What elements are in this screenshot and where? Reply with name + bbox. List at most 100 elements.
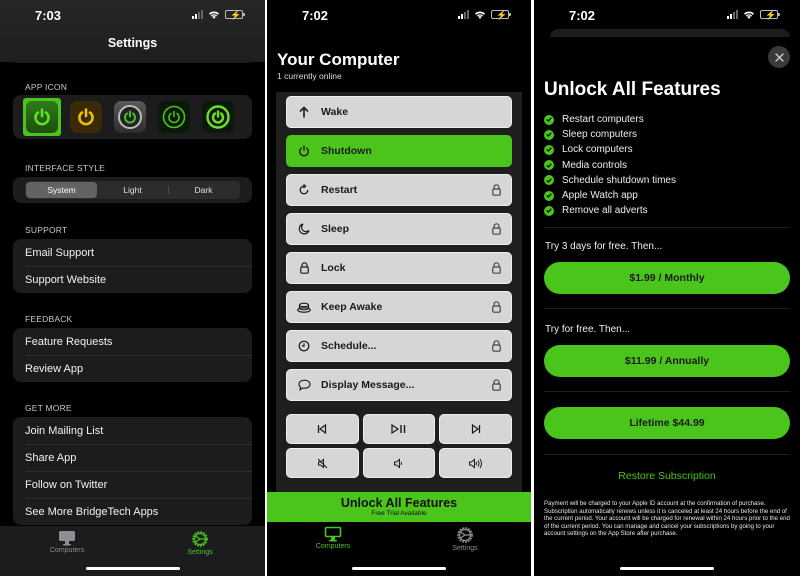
monthly-subscription-button[interactable]: $1.99 / Monthly <box>544 262 790 294</box>
coffee-cup-icon <box>297 302 311 313</box>
feature-label: Sleep computers <box>562 129 638 141</box>
app-icon-option-dark-green-ring[interactable] <box>158 101 190 133</box>
review-app-row[interactable]: Review App <box>13 355 252 382</box>
battery-charging-icon: ⚡ <box>760 10 780 20</box>
feature-list: Restart computers Sleep computers Lock com… <box>544 112 676 218</box>
clock-icon <box>298 340 310 352</box>
get-more-group: Join Mailing List Share App Follow on Tw… <box>13 417 252 525</box>
previous-track-button[interactable] <box>286 414 359 444</box>
online-count: 1 currently online <box>277 71 342 81</box>
feature-label: Media controls <box>562 159 628 171</box>
status-bar: 7:02 ⚡ <box>267 0 531 34</box>
feature-label: Lock computers <box>562 144 633 156</box>
follow-on-twitter-row[interactable]: Follow on Twitter <box>13 471 252 498</box>
checkmark-icon <box>544 190 554 201</box>
restore-subscription-link[interactable]: Restore Subscription <box>534 470 800 482</box>
checkmark-icon <box>544 144 554 155</box>
schedule-button[interactable]: Schedule... <box>286 330 512 362</box>
speech-bubble-icon <box>297 379 311 391</box>
restart-icon <box>299 184 309 195</box>
section-label-support: SUPPORT <box>25 225 68 235</box>
tab-computers[interactable]: Computers <box>27 530 107 554</box>
email-support-row[interactable]: Email Support <box>13 239 252 266</box>
tab-bar: Computers Settings <box>0 526 265 576</box>
app-icon-option-metal-ring[interactable] <box>114 101 146 133</box>
tab-computers[interactable]: Computers <box>293 526 373 550</box>
support-website-row[interactable]: Support Website <box>13 266 252 293</box>
section-label-app-icon: APP ICON <box>25 82 68 92</box>
wifi-icon <box>744 11 754 19</box>
power-icon <box>34 108 50 126</box>
offer-intro-monthly: Try 3 days for free. Then... <box>545 241 663 252</box>
offer-intro-annual: Try for free. Then... <box>545 324 631 335</box>
play-pause-button[interactable] <box>362 414 436 444</box>
volume-down-icon <box>394 457 403 469</box>
tab-settings[interactable]: Settings <box>425 526 505 552</box>
segment-system[interactable]: System <box>26 182 97 198</box>
settings-screen: 7:03 ⚡ Settings APP ICON INTERFACE STYLE… <box>0 0 265 576</box>
divider <box>544 308 790 309</box>
checkmark-icon <box>544 129 554 140</box>
annual-subscription-button[interactable]: $11.99 / Annually <box>544 345 790 377</box>
mute-button[interactable] <box>286 448 359 478</box>
app-icon-option-yellow[interactable] <box>70 101 102 133</box>
wake-button[interactable]: Wake <box>286 96 512 128</box>
sleep-button[interactable]: Sleep <box>286 213 512 245</box>
app-icon-option-green-classic[interactable] <box>23 98 61 136</box>
app-icon-option-dark-green-bold[interactable] <box>202 101 234 133</box>
checkmark-icon <box>544 160 554 171</box>
cellular-signal-icon <box>458 10 469 19</box>
lock-icon <box>492 262 501 274</box>
tab-label: Settings <box>187 549 213 556</box>
divider <box>544 391 790 392</box>
section-label-feedback: FEEDBACK <box>25 314 73 324</box>
tab-bar: Computers Settings <box>267 522 531 576</box>
display-message-button[interactable]: Display Message... <box>286 369 512 401</box>
feature-item: Remove all adverts <box>544 203 676 218</box>
power-icon <box>118 105 142 129</box>
home-indicator <box>352 567 446 570</box>
battery-charging-icon: ⚡ <box>491 10 511 20</box>
legal-disclaimer: Payment will be charged to your Apple ID… <box>544 500 790 538</box>
support-group: Email Support Support Website <box>13 239 252 293</box>
see-more-apps-row[interactable]: See More BridgeTech Apps <box>13 498 252 525</box>
next-track-button[interactable] <box>439 414 512 444</box>
unlock-all-features-banner[interactable]: Unlock All Features Free Trial Available <box>267 492 531 522</box>
app-icon-picker <box>13 95 252 139</box>
segment-dark[interactable]: Dark <box>168 182 239 198</box>
lock-button[interactable]: Lock <box>286 252 512 284</box>
banner-subtitle: Free Trial Available <box>371 510 427 517</box>
share-app-row[interactable]: Share App <box>13 444 252 471</box>
computer-screen: 7:02 ⚡ Your Computer 1 currently online … <box>267 0 531 576</box>
keep-awake-button[interactable]: Keep Awake <box>286 291 512 323</box>
lock-icon <box>492 184 501 196</box>
power-icon <box>162 105 186 129</box>
lifetime-purchase-button[interactable]: Lifetime $44.99 <box>544 407 790 439</box>
section-label-get-more: GET MORE <box>25 403 72 413</box>
cellular-signal-icon <box>727 10 738 19</box>
join-mailing-list-row[interactable]: Join Mailing List <box>13 417 252 444</box>
tab-settings[interactable]: Settings <box>160 530 240 556</box>
scrolled-content-edge <box>13 59 252 63</box>
close-icon <box>774 52 784 62</box>
page-title: Settings <box>107 36 158 50</box>
feature-label: Remove all adverts <box>562 205 648 217</box>
shutdown-button[interactable]: Shutdown <box>286 135 512 167</box>
segment-light[interactable]: Light <box>97 182 168 198</box>
section-label-interface-style: INTERFACE STYLE <box>25 163 105 173</box>
volume-down-button[interactable] <box>362 448 436 478</box>
action-label: Sleep <box>321 223 350 235</box>
status-bar: 7:03 ⚡ <box>0 0 265 34</box>
action-label: Restart <box>321 184 358 196</box>
computer-control-card: Wake Shutdown Restart Sleep Lock Keep Aw… <box>276 92 522 492</box>
tab-label: Computers <box>49 547 85 554</box>
feature-requests-row[interactable]: Feature Requests <box>13 328 252 355</box>
tab-label: Computers <box>315 543 351 550</box>
volume-up-button[interactable] <box>439 448 512 478</box>
lock-icon <box>492 223 501 235</box>
close-button[interactable] <box>768 46 790 68</box>
wifi-icon <box>475 11 485 19</box>
feature-item: Schedule shutdown times <box>544 173 676 188</box>
lock-icon <box>492 340 501 352</box>
restart-button[interactable]: Restart <box>286 174 512 206</box>
